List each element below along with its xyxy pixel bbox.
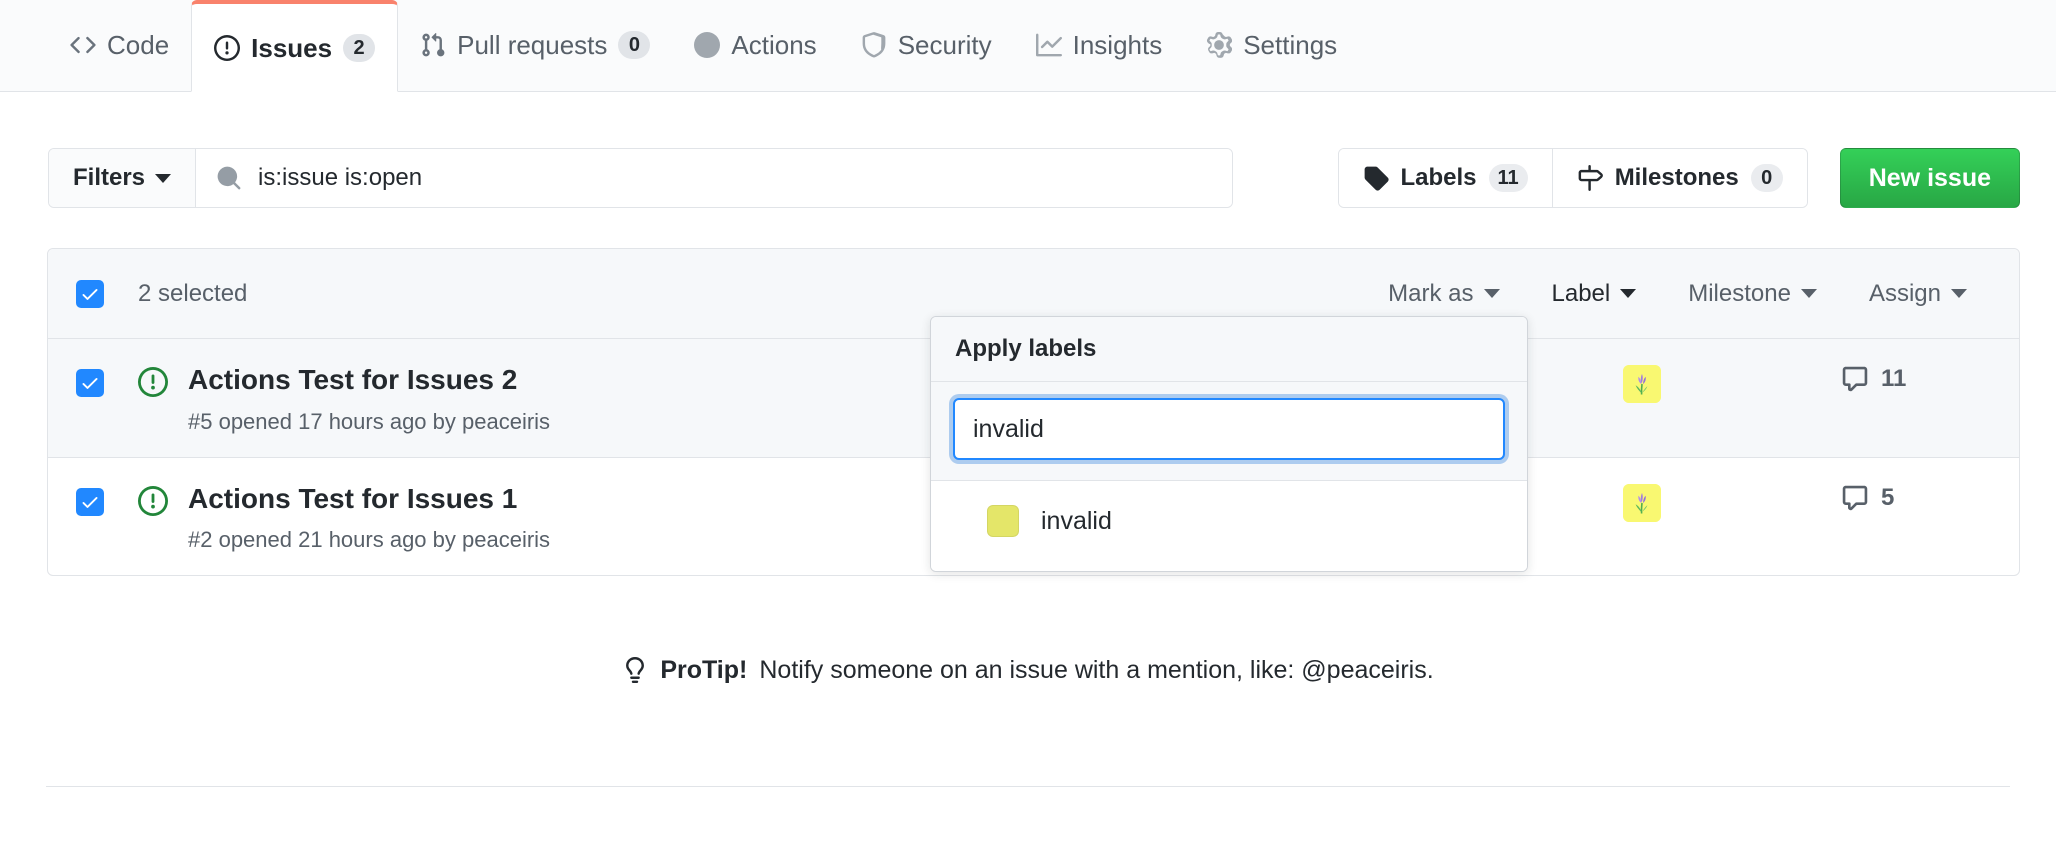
labels-button-label: Labels [1400, 164, 1477, 191]
mark-as-dropdown[interactable]: Mark as [1388, 279, 1500, 308]
label-dropdown-label: Label [1551, 279, 1611, 307]
comment-count-value: 11 [1881, 365, 1907, 392]
tag-icon [1363, 165, 1389, 191]
tab-issues[interactable]: Issues 2 [191, 0, 399, 92]
chevron-down-icon [1483, 289, 1500, 298]
comment-icon [1841, 365, 1869, 393]
issue-content: Actions Test for Issues 1 #2 opened 21 h… [188, 482, 550, 554]
issue-meta: #2 opened 21 hours ago by peaceiris [188, 527, 551, 553]
milestone-dropdown-label: Milestone [1688, 279, 1791, 307]
tab-security[interactable]: Security [839, 0, 1014, 91]
apply-labels-dropdown: Apply labels invalid [930, 316, 1528, 572]
tab-issues-count: 2 [343, 33, 376, 62]
milestone-dropdown[interactable]: Milestone [1688, 280, 1817, 308]
tab-code[interactable]: Code [48, 0, 191, 91]
milestones-count: 0 [1750, 164, 1783, 192]
new-issue-button[interactable]: New issue [1839, 148, 2020, 208]
milestone-icon [1577, 165, 1603, 191]
label-filter-wrapper [931, 382, 1527, 481]
issue-content: Actions Test for Issues 2 #5 opened 17 h… [188, 363, 550, 435]
avatar[interactable] [1623, 483, 1661, 522]
protip-bold-label: ProTip! [660, 655, 748, 684]
apply-labels-title: Apply labels [931, 317, 1527, 382]
tab-code-label: Code [107, 30, 170, 60]
tab-insights-label: Insights [1072, 30, 1163, 60]
search-input[interactable] [256, 163, 1212, 193]
issue-checkbox[interactable] [76, 487, 104, 516]
tab-security-label: Security [897, 30, 992, 60]
gear-icon [1206, 32, 1233, 58]
comment-count-value: 5 [1881, 483, 1895, 511]
assign-dropdown[interactable]: Assign [1869, 280, 1967, 308]
comment-icon [1841, 484, 1869, 512]
tab-settings-label: Settings [1243, 30, 1338, 60]
issue-opened-icon [138, 485, 168, 521]
labels-count: 11 [1488, 164, 1528, 192]
label-filter-input[interactable] [953, 398, 1505, 460]
chevron-down-icon [155, 173, 172, 183]
labels-milestones-group: Labels 11 Milestones 0 [1337, 148, 1808, 208]
issue-row-right: 5 [1623, 482, 1991, 522]
chevron-down-icon [1620, 289, 1637, 298]
tab-pull-requests-count: 0 [618, 31, 651, 59]
label-options-list: invalid [931, 481, 1527, 571]
git-pull-request-icon [420, 32, 446, 58]
selected-count-label: 2 selected [138, 279, 248, 307]
light-bulb-icon [622, 655, 648, 685]
issue-checkbox[interactable] [76, 369, 104, 397]
milestones-button[interactable]: Milestones 0 [1552, 149, 1807, 207]
repository-tab-nav: Code Issues 2 Pull requests 0 Actions Se… [0, 0, 2056, 92]
labels-button[interactable]: Labels 11 [1338, 149, 1553, 207]
subnav-right-actions: Labels 11 Milestones 0 New issue [1337, 148, 2020, 208]
issue-title-link[interactable]: Actions Test for Issues 2 [188, 363, 550, 397]
tab-pull-requests-label: Pull requests [457, 30, 608, 60]
bulk-actions: Mark as Label Milestone Assign [1388, 280, 1991, 308]
code-icon [70, 32, 96, 58]
label-option-invalid[interactable]: invalid [931, 489, 1527, 553]
graph-icon [1035, 32, 1062, 58]
label-option-name: invalid [1041, 506, 1112, 535]
play-icon [694, 32, 721, 58]
avatar[interactable] [1623, 365, 1661, 403]
footer-divider [46, 786, 2010, 787]
label-dropdown[interactable]: Label [1552, 280, 1637, 308]
comment-count[interactable]: 5 [1841, 484, 1991, 512]
filter-search-group: Filters [48, 148, 1233, 208]
search-field-wrapper[interactable] [196, 149, 1232, 207]
filters-dropdown-button[interactable]: Filters [49, 149, 197, 207]
filters-label: Filters [73, 164, 146, 191]
tab-insights[interactable]: Insights [1014, 0, 1185, 91]
tab-pull-requests[interactable]: Pull requests 0 [398, 0, 672, 91]
issue-row-right: 11 [1623, 363, 1991, 403]
tab-settings[interactable]: Settings [1184, 0, 1359, 91]
protip: ProTip! Notify someone on an issue with … [0, 655, 2056, 685]
label-color-swatch [987, 505, 1019, 537]
protip-text: Notify someone on an issue with a mentio… [759, 655, 1434, 684]
select-all-checkbox[interactable] [76, 279, 104, 308]
tab-actions-label: Actions [731, 30, 817, 60]
tab-actions[interactable]: Actions [672, 0, 838, 91]
new-issue-button-label: New issue [1868, 163, 1991, 192]
assign-dropdown-label: Assign [1868, 279, 1941, 307]
mark-as-label: Mark as [1388, 279, 1474, 307]
tab-issues-label: Issues [251, 32, 333, 63]
issues-subnav: Filters Labels 11 [48, 148, 2020, 208]
milestones-button-label: Milestones [1614, 164, 1739, 191]
issue-opened-icon [214, 34, 241, 61]
issue-meta: #5 opened 17 hours ago by peaceiris [188, 408, 551, 434]
issue-opened-icon [138, 367, 168, 402]
shield-icon [861, 32, 887, 58]
search-icon [216, 165, 242, 191]
issue-title-link[interactable]: Actions Test for Issues 1 [188, 482, 550, 516]
chevron-down-icon [1951, 289, 1967, 298]
comment-count[interactable]: 11 [1841, 365, 1991, 393]
chevron-down-icon [1800, 289, 1817, 298]
github-issues-page: Code Issues 2 Pull requests 0 Actions Se… [0, 0, 2056, 846]
